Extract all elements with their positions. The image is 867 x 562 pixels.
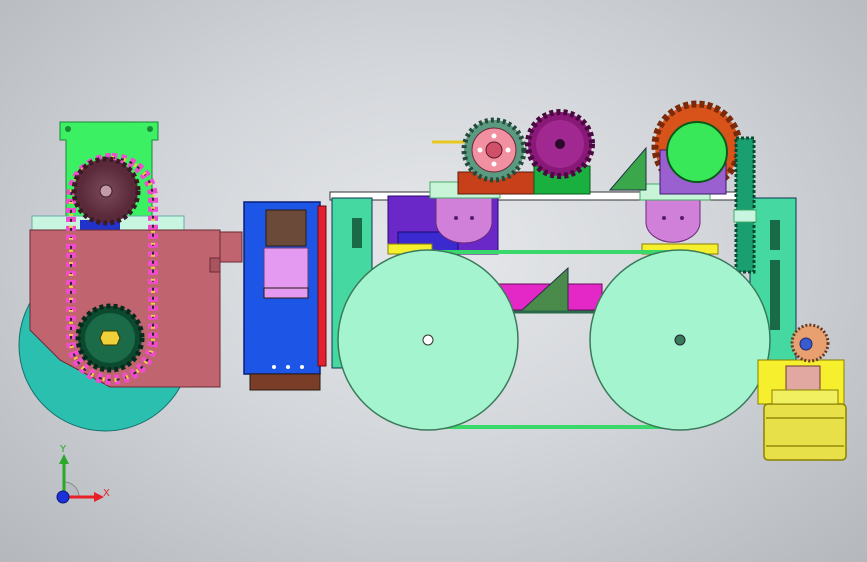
y-axis-label: Y (59, 444, 67, 455)
gray-gear-hub (485, 141, 503, 159)
y-axis-arrow (59, 454, 69, 464)
rack (734, 136, 756, 274)
orange-gear-hub (666, 121, 728, 183)
assembly-drawing: Y X (18, 100, 847, 504)
bevel-gear-hub (799, 337, 813, 351)
axis-triad: Y X (56, 444, 110, 504)
battery-label (263, 247, 309, 289)
motor-cup-left (435, 197, 493, 244)
housing-tab (219, 231, 243, 263)
pulley-flange (771, 389, 839, 405)
cup-hole (454, 216, 458, 220)
battery-connector (263, 287, 309, 299)
left-drive-module (18, 121, 243, 432)
gear-bolt (491, 161, 497, 167)
battery-box (243, 201, 327, 391)
z-axis-dot (56, 490, 70, 504)
battery-base (249, 373, 321, 391)
rail-slot (352, 218, 362, 248)
triangle-brace (608, 146, 647, 191)
pulley-drum (763, 403, 847, 461)
drive-wheels (337, 249, 771, 431)
battery-top-cap (265, 209, 307, 247)
bracket-hole (147, 126, 153, 132)
side-red-bar (317, 205, 327, 367)
purple-gear-hub (555, 139, 565, 149)
gear-bolt (505, 147, 511, 153)
bracket-hole (65, 126, 71, 132)
rail-slot (770, 220, 780, 250)
rack-plate (733, 209, 757, 223)
gear-bolt (477, 147, 483, 153)
motor-cup-right (645, 197, 701, 243)
cup-hole (662, 216, 666, 220)
cad-viewport[interactable]: Y X (0, 0, 867, 562)
x-axis-label: X (103, 488, 110, 499)
screw (300, 365, 304, 369)
gear-bolt (491, 133, 497, 139)
cup-hole (470, 216, 474, 220)
housing-slot (209, 257, 221, 273)
screw (272, 365, 276, 369)
right-wheel-axle (674, 334, 686, 346)
screw (286, 365, 290, 369)
rail-slot (770, 260, 780, 330)
lower-sprocket-hub (99, 330, 121, 346)
cup-hole (680, 216, 684, 220)
left-wheel-axle (422, 334, 434, 346)
upper-sprocket-hub (99, 184, 113, 198)
